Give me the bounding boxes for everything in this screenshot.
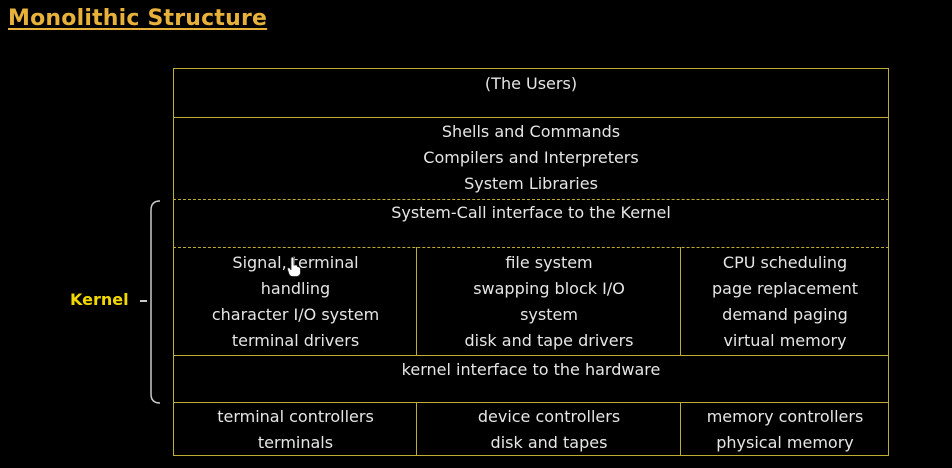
kernel-col2-line-2: swapping block I/O [473,279,625,298]
syscall-label: System-Call interface to the Kernel [391,203,671,222]
hardware-divider-1 [416,402,417,456]
kernel-col2-line-4: disk and tape drivers [464,331,634,350]
hw-col1-line-2: terminals [257,433,334,452]
users-label: (The Users) [484,74,578,93]
apps-line-1: Shells and Commands [441,122,621,141]
apps-line-2: Compilers and Interpreters [423,148,639,167]
hw-col2-line-1: device controllers [477,407,621,426]
kernel-label: Kernel [70,290,129,309]
kernel-col3-line-4: virtual memory [723,331,847,350]
hardware-column-terminals: terminal controllers terminals [175,404,416,456]
hand-cursor-icon [287,257,301,277]
kernel-col1-line-4: terminal drivers [231,331,360,350]
kernel-col2-line-3: system [520,305,578,324]
kernel-col1-line-3: character I/O system [211,305,380,324]
hardware-divider-2 [680,402,681,456]
hardware-column-devices: device controllers disk and tapes [418,404,680,456]
kernel-col3-line-2: page replacement [711,279,858,298]
kernel-brace-icon [150,200,161,404]
syscall-layer: System-Call interface to the Kernel [173,199,889,248]
kernel-divider-1 [416,247,417,355]
kernel-dash [140,300,147,302]
kernel-col3-line-1: CPU scheduling [722,253,848,272]
users-layer: (The Users) [173,68,889,118]
apps-line-3: System Libraries [464,174,598,193]
kernel-col1-line-2: handling [260,279,331,298]
slide-title: Monolithic Structure [8,6,268,31]
kernel-col3-line-3: demand paging [722,305,848,324]
apps-layer: Shells and Commands Compilers and Interp… [173,117,889,200]
hw-col2-line-2: disk and tapes [490,433,608,452]
kernel-col2-line-1: file system [505,253,593,272]
hw-interface-label: kernel interface to the hardware [401,360,661,379]
hw-interface-layer: kernel interface to the hardware [173,355,889,403]
kernel-column-memory: CPU scheduling page replacement demand p… [682,250,888,354]
kernel-column-filesystem: file system swapping block I/O system di… [418,250,680,354]
hw-col3-line-1: memory controllers [706,407,864,426]
hw-col3-line-2: physical memory [716,433,854,452]
hw-col1-line-1: terminal controllers [217,407,374,426]
kernel-divider-2 [680,247,681,355]
hardware-column-memory: memory controllers physical memory [682,404,888,456]
